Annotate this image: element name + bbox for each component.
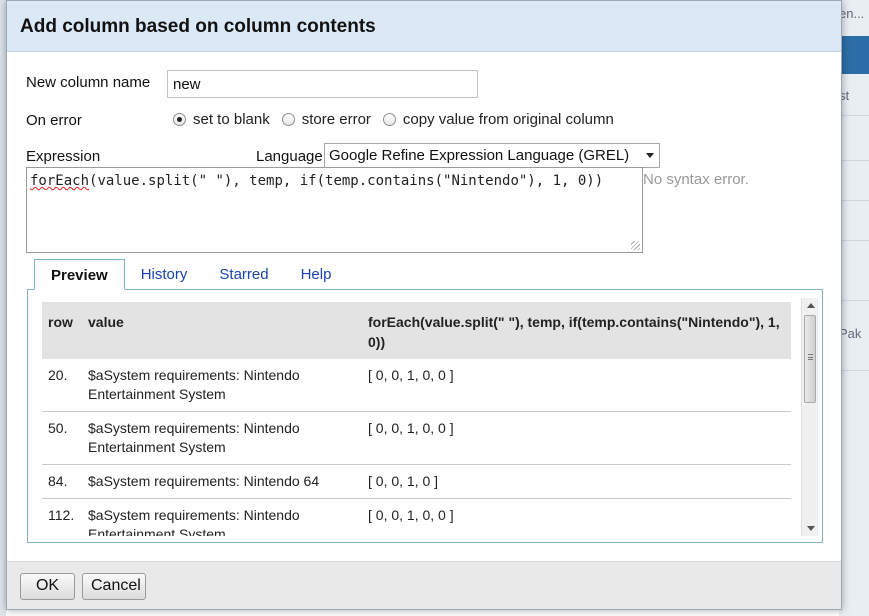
background-header-bar [839, 36, 869, 74]
on-error-option-label: store error [301, 111, 371, 128]
preview-panel: row value forEach(value.split(" "), temp… [27, 289, 823, 543]
dialog-title[interactable]: Add column based on column contents [7, 1, 841, 52]
radio-unchecked-icon[interactable] [281, 113, 295, 126]
row-result: [ 0, 0, 1, 0 ] [362, 464, 791, 499]
background-row-line [839, 160, 869, 161]
resize-grip-icon[interactable] [631, 241, 640, 250]
row-value: $aSystem requirements: Nintendo Entertai… [82, 359, 362, 412]
expression-code: (value.split(" "), temp, if(temp.contain… [89, 173, 604, 189]
language-selected-value: Google Refine Expression Language (GREL) [329, 147, 630, 164]
radio-checked-icon[interactable] [173, 113, 186, 126]
preview-table-container: row value forEach(value.split(" "), temp… [42, 302, 791, 536]
row-number: 20. [42, 359, 82, 412]
grip-icon [808, 354, 813, 360]
background-row-line [839, 370, 869, 371]
new-column-name-label: New column name [26, 74, 151, 91]
background-text: en... [839, 6, 865, 21]
radio-unchecked-icon[interactable] [382, 113, 396, 126]
on-error-option-label: copy value from original column [402, 111, 614, 128]
on-error-options: set to blank store error copy value from… [173, 111, 626, 128]
chevron-down-icon [646, 153, 654, 158]
background-row-line [839, 240, 869, 241]
row-number: 84. [42, 464, 82, 499]
expression-textarea[interactable]: forEach(value.split(" "), temp, if(temp.… [26, 167, 643, 253]
tab-help[interactable]: Help [285, 259, 348, 290]
tab-preview[interactable]: Preview [34, 259, 125, 290]
add-column-dialog: Add column based on column contents New … [6, 0, 842, 610]
on-error-option-label: set to blank [193, 111, 270, 128]
table-row: 112. $aSystem requirements: Nintendo Ent… [42, 498, 791, 536]
row-number: 50. [42, 411, 82, 465]
table-row: 50. $aSystem requirements: Nintendo Ente… [42, 411, 791, 465]
preview-tabs: Preview History Starred Help [34, 259, 347, 290]
tab-starred[interactable]: Starred [203, 259, 284, 290]
background-row-line [839, 115, 869, 116]
scroll-down-arrow-icon[interactable] [807, 526, 815, 531]
language-label: Language [256, 148, 323, 165]
dialog-footer: OK Cancel [7, 561, 841, 609]
on-error-option-store-error[interactable]: store error [281, 111, 371, 128]
background-text: Pak [839, 326, 862, 341]
table-row: 84. $aSystem requirements: Nintendo 64 [… [42, 464, 791, 499]
on-error-option-copy-value[interactable]: copy value from original column [382, 111, 614, 128]
syntax-status: No syntax error. [643, 171, 749, 188]
row-value: $aSystem requirements: Nintendo Entertai… [82, 411, 362, 465]
table-row: 20. $aSystem requirements: Nintendo Ente… [42, 359, 791, 412]
row-result: [ 0, 0, 1, 0, 0 ] [362, 411, 791, 465]
tab-history[interactable]: History [125, 259, 204, 290]
background-row-line [839, 200, 869, 201]
row-value: $aSystem requirements: Nintendo Entertai… [82, 498, 362, 536]
row-result: [ 0, 0, 1, 0, 0 ] [362, 359, 791, 412]
scrollbar-thumb[interactable] [804, 315, 816, 403]
background-text: st [839, 88, 850, 103]
language-select[interactable]: Google Refine Expression Language (GREL) [324, 143, 660, 168]
row-number: 112. [42, 498, 82, 536]
column-header-value: value [88, 314, 124, 330]
cancel-button[interactable]: Cancel [82, 573, 146, 600]
preview-scrollbar[interactable] [801, 298, 818, 536]
table-header-row: row value forEach(value.split(" "), temp… [42, 302, 791, 359]
background-row-line [839, 300, 869, 301]
column-header-expression: forEach(value.split(" "), temp, if(temp.… [368, 314, 780, 350]
scroll-up-arrow-icon[interactable] [807, 303, 815, 308]
row-result: [ 0, 0, 1, 0, 0 ] [362, 498, 791, 536]
expression-misspelled-token: forEach [30, 173, 90, 189]
expression-label: Expression [26, 148, 101, 165]
ok-button[interactable]: OK [20, 573, 75, 600]
new-column-name-input[interactable] [167, 70, 478, 98]
column-header-row: row [48, 314, 73, 330]
on-error-option-set-to-blank[interactable]: set to blank [173, 111, 270, 128]
row-value: $aSystem requirements: Nintendo 64 [82, 464, 362, 499]
on-error-label: On error [26, 112, 82, 129]
preview-table: row value forEach(value.split(" "), temp… [42, 302, 791, 536]
